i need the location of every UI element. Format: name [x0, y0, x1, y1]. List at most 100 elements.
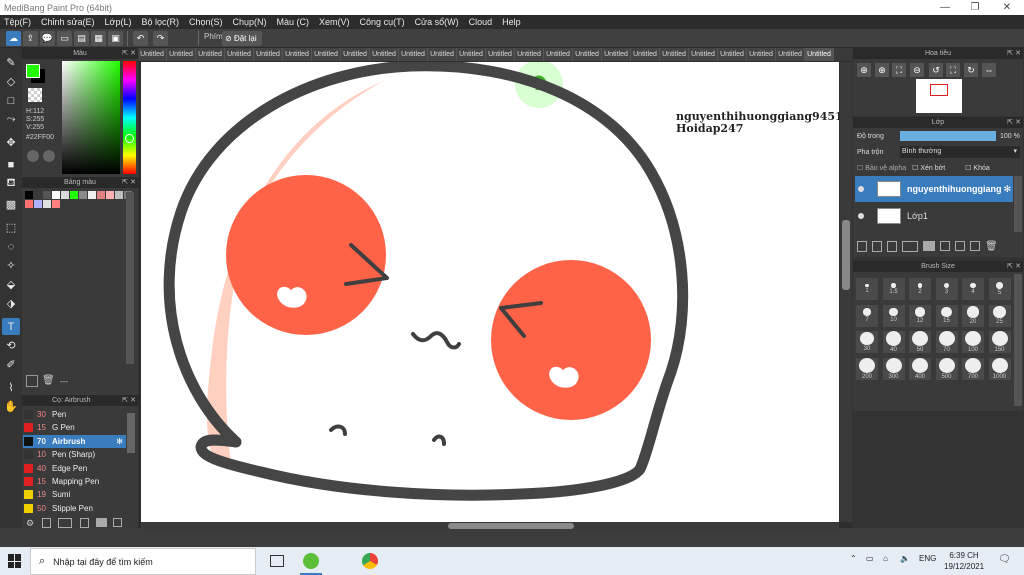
layer-scrollbar[interactable] — [1014, 176, 1022, 232]
volume-icon[interactable]: 🔈 — [900, 554, 910, 563]
fill-rect-tool-icon[interactable]: ■ — [2, 156, 20, 173]
new-8bit-layer-icon[interactable] — [887, 240, 897, 252]
blend-mode-select[interactable]: Bình thường ▾ — [900, 146, 1020, 158]
new-palette-icon[interactable] — [26, 375, 38, 387]
new-halftone-layer-icon[interactable] — [872, 240, 882, 252]
clipping-checkbox[interactable]: ☐ Xén bớt — [912, 164, 945, 172]
brush-item[interactable]: 50 Stipple Pen — [23, 502, 126, 515]
brush-size-cell[interactable]: 3 — [934, 277, 959, 301]
brush-new-icon[interactable] — [42, 518, 51, 528]
document-tab[interactable]: Untitled — [747, 48, 776, 61]
layer-row[interactable]: nguyenthihuonggiang ✻ — [855, 176, 1013, 202]
task-view-icon[interactable] — [270, 555, 284, 567]
minimize-icon[interactable]: — — [930, 0, 960, 15]
select-tool-icon[interactable]: ⬚ — [2, 219, 20, 236]
brush-size-cell[interactable]: 70 — [934, 330, 959, 354]
vertical-scroll-thumb[interactable] — [842, 220, 850, 290]
brush-size-cell[interactable]: 10 — [881, 303, 906, 328]
language-indicator[interactable]: ENG — [919, 554, 936, 563]
zoom-in-icon[interactable]: ⊕ — [857, 63, 871, 77]
palette-swatch[interactable] — [115, 191, 123, 199]
palette-swatch[interactable] — [106, 191, 114, 199]
document-tab[interactable]: Untitled — [776, 48, 805, 61]
pin-icon[interactable]: ⇱ — [1007, 261, 1013, 272]
palette-swatch[interactable] — [25, 200, 33, 208]
brush-folder-icon[interactable] — [96, 518, 107, 527]
brush-size-cell[interactable]: 4 — [961, 277, 985, 301]
cloud-icon[interactable]: ☁ — [6, 31, 21, 46]
brush-size-cell[interactable]: 25 — [987, 303, 1012, 328]
menu-item[interactable]: Tệp(F) — [4, 17, 31, 27]
clock[interactable]: 6:39 CH 19/12/2021 — [944, 550, 984, 572]
brush-size-cell[interactable]: 300 — [881, 356, 906, 381]
hue-slider[interactable] — [123, 61, 136, 174]
opacity-slider[interactable] — [900, 131, 996, 141]
brush-size-cell[interactable]: 1 — [855, 277, 879, 301]
saturation-value-picker[interactable] — [62, 61, 120, 174]
medibang-app-icon[interactable] — [303, 553, 319, 569]
brush-size-cell[interactable]: 100 — [961, 330, 985, 354]
taskbar-search[interactable]: ⌕ Nhập tại đây để tìm kiếm — [30, 548, 256, 575]
close-icon[interactable]: ✕ — [130, 177, 136, 188]
document-tab[interactable]: Untitled — [689, 48, 718, 61]
palette-swatch[interactable] — [88, 191, 96, 199]
menu-item[interactable]: Bộ lọc(R) — [141, 17, 179, 27]
lock-checkbox[interactable]: ☐ Khóa — [965, 164, 990, 172]
drawing-canvas[interactable]: nguyenthihuonggiang94512 Hoidap247 — [141, 62, 839, 522]
close-icon[interactable]: ✕ — [992, 0, 1022, 15]
menu-item[interactable]: Xem(V) — [319, 17, 350, 27]
menu-item[interactable]: Cloud — [469, 17, 493, 27]
comment-icon[interactable]: 💬 — [40, 31, 55, 46]
pin-icon[interactable]: ⇱ — [122, 48, 128, 59]
grid-icon[interactable]: ▦ — [91, 31, 106, 46]
document-tab[interactable]: Untitled — [254, 48, 283, 61]
document-tab[interactable]: Untitled — [602, 48, 631, 61]
pin-icon[interactable]: ⇱ — [1007, 48, 1013, 59]
document-tab[interactable]: Untitled — [718, 48, 747, 61]
brush-item[interactable]: 70 Airbrush ✻ — [23, 434, 126, 448]
palette-swatch[interactable] — [52, 191, 60, 199]
menu-item[interactable]: Lớp(L) — [105, 17, 132, 27]
brush-item[interactable]: 15 Mapping Pen — [23, 475, 126, 488]
document-tab[interactable]: Untitled — [660, 48, 689, 61]
select-pen-tool-icon[interactable]: ⬙ — [2, 276, 20, 293]
gradient-tool-icon[interactable]: ▩ — [2, 196, 20, 213]
visibility-icon[interactable] — [858, 213, 864, 219]
layer-settings-icon[interactable]: ✻ — [1003, 184, 1011, 195]
operation-tool-icon[interactable]: ✐ — [2, 356, 20, 373]
menu-item[interactable]: Help — [502, 17, 521, 27]
undo-icon[interactable]: ↶ — [133, 31, 148, 46]
network-icon[interactable]: ⌂ — [883, 554, 888, 563]
layout-icon[interactable]: ▣ — [108, 31, 123, 46]
brush-tool-icon[interactable]: ✎ — [2, 54, 20, 71]
transparent-swatch[interactable] — [28, 88, 42, 102]
text-tool-icon[interactable]: T — [2, 318, 20, 335]
hue-slider-handle[interactable] — [125, 134, 134, 143]
brush-size-cell[interactable]: 20 — [961, 303, 985, 328]
reset-view-icon[interactable]: ⛶ — [946, 63, 960, 77]
brush-scrollbar[interactable] — [127, 413, 135, 453]
visibility-icon[interactable] — [858, 186, 864, 192]
brush-size-scrollbar[interactable] — [1014, 274, 1022, 406]
document-tab[interactable]: Untitled — [225, 48, 254, 61]
redo-icon[interactable]: ↷ — [153, 31, 168, 46]
document-tab[interactable]: Untitled — [573, 48, 602, 61]
palette-swatch[interactable] — [34, 191, 42, 199]
pin-icon[interactable]: ⇱ — [122, 395, 128, 406]
menu-item[interactable]: Chọn(S) — [189, 17, 223, 27]
notification-icon[interactable]: 🗨 — [998, 554, 1011, 565]
pin-icon[interactable]: ⇱ — [1007, 117, 1013, 128]
eraser-tool-icon[interactable]: ◇ — [2, 73, 20, 90]
document-tab[interactable]: Untitled — [515, 48, 544, 61]
brush-size-cell[interactable]: 12 — [908, 303, 932, 328]
brush-size-cell[interactable]: 50 — [908, 330, 932, 354]
close-icon[interactable]: ✕ — [1015, 261, 1021, 272]
select-eraser-tool-icon[interactable]: ⬗ — [2, 295, 20, 312]
palette-swatch[interactable] — [43, 191, 51, 199]
protect-alpha-checkbox[interactable]: ☐ Bảo vệ alpha — [857, 164, 906, 172]
brush-size-cell[interactable]: 500 — [934, 356, 959, 381]
divide-tool-icon[interactable]: ⟲ — [2, 337, 20, 354]
brush-size-cell[interactable]: 150 — [987, 330, 1012, 354]
document-tab[interactable]: Untitled — [312, 48, 341, 61]
reset-button[interactable]: ⊘ Đặt lại — [222, 31, 262, 46]
